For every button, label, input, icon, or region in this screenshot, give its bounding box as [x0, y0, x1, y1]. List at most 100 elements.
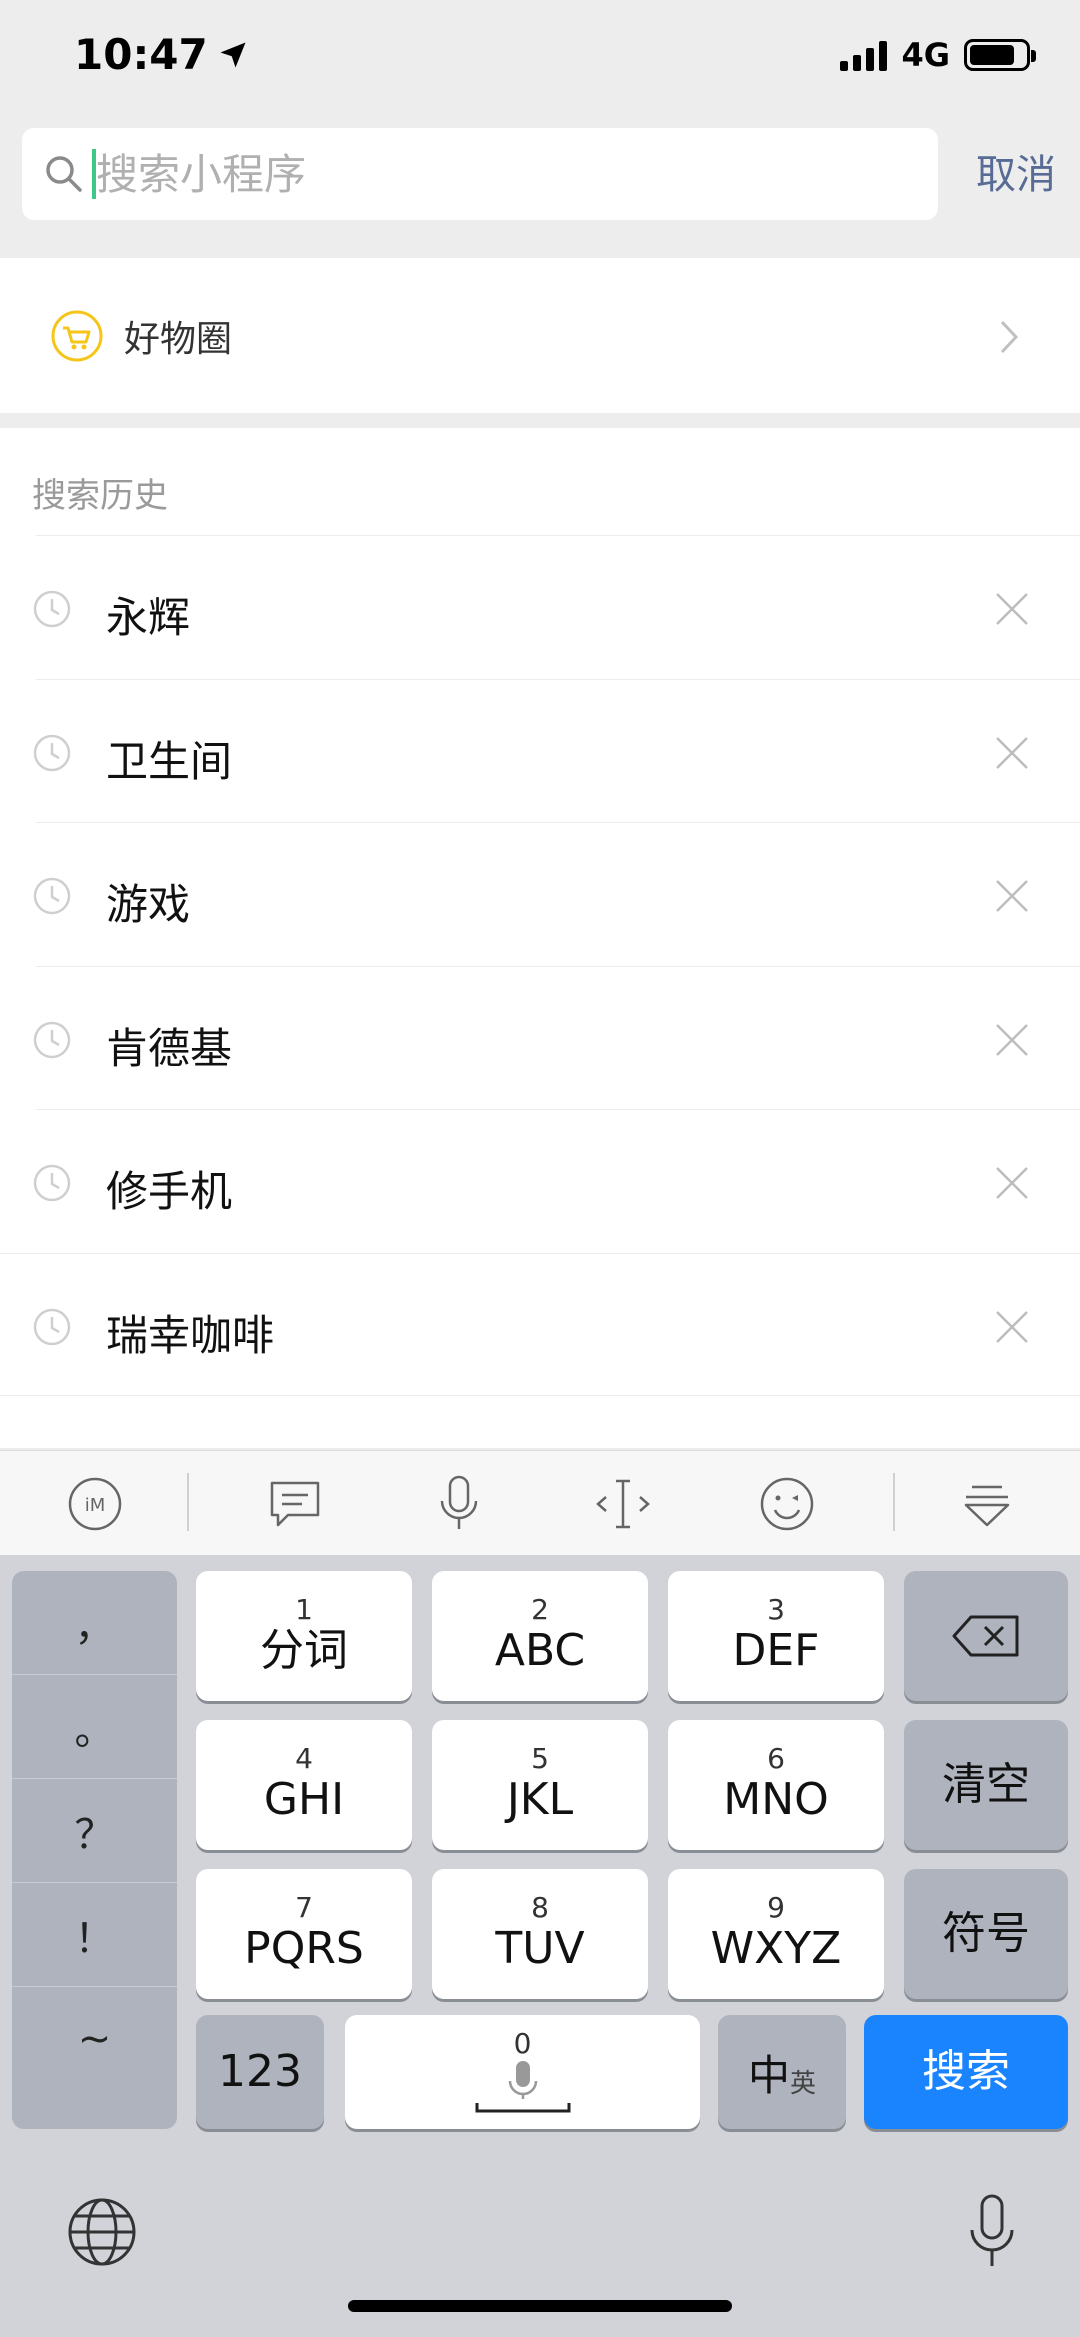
search-box[interactable]: [22, 128, 938, 220]
clock-icon: [33, 877, 71, 915]
punct-key-period[interactable]: 。: [12, 1675, 177, 1779]
message-icon[interactable]: [264, 1473, 326, 1535]
history-text: 永辉: [106, 593, 191, 642]
backspace-icon: [952, 1615, 1019, 1657]
svg-text:iM: iM: [85, 1495, 106, 1516]
key-number: 7: [295, 1891, 313, 1924]
key-6[interactable]: 6 MNO: [668, 1720, 884, 1850]
network-type: 4G: [901, 36, 950, 74]
key-8[interactable]: 8 TUV: [432, 1869, 648, 1999]
history-item[interactable]: 肯德基: [33, 965, 1080, 1110]
punctuation-column: ， 。 ？ ！ ~: [12, 1571, 177, 2129]
key-label: ABC: [494, 1625, 586, 1676]
battery-icon: [964, 39, 1036, 71]
status-time: 10:47: [74, 30, 248, 79]
close-icon[interactable]: [994, 1165, 1030, 1201]
numeric-key[interactable]: 123: [196, 2015, 324, 2129]
toolbar-divider: [893, 1473, 895, 1531]
key-5[interactable]: 5 JKL: [432, 1720, 648, 1850]
key-label: JKL: [506, 1774, 574, 1825]
clock-icon: [33, 734, 71, 771]
key-label-sub: 英: [790, 2068, 817, 2099]
location-arrow-icon: [220, 42, 246, 67]
microphone-icon: [475, 2061, 570, 2113]
key-label: DEF: [732, 1625, 820, 1676]
history-item[interactable]: 瑞幸咖啡: [0, 1252, 1080, 1396]
key-label: 清空: [942, 1759, 1030, 1810]
key-number: 5: [531, 1742, 549, 1775]
featured-mini-program[interactable]: 好物圈: [0, 258, 1080, 413]
status-bar: 10:47 4G: [0, 0, 1080, 120]
search-input[interactable]: [96, 149, 916, 199]
search-key[interactable]: 搜索: [864, 2015, 1068, 2129]
shopping-cart-icon: [51, 310, 103, 361]
keyboard: ， 。 ？ ！ ~ 1 分词 2 ABC 3 DEF 4 GHI 5 JKL 6…: [0, 1555, 1080, 2337]
key-9[interactable]: 9 WXYZ: [668, 1869, 884, 1999]
clock-icon: [33, 1308, 71, 1345]
ime-logo-icon[interactable]: iM: [64, 1473, 126, 1535]
dictation-mic-icon[interactable]: [968, 2194, 1016, 2270]
key-1[interactable]: 1 分词: [196, 1571, 412, 1701]
cancel-button[interactable]: 取消: [976, 142, 1056, 200]
status-indicators: 4G: [840, 36, 1036, 74]
search-icon: [46, 156, 82, 192]
search-history: 搜索历史 永辉 卫生间 游戏 肯德基 修手机 瑞幸咖啡: [0, 428, 1080, 1448]
punct-key-exclamation[interactable]: ！: [12, 1883, 177, 1987]
featured-label: 好物圈: [124, 318, 233, 360]
key-number: 8: [531, 1891, 549, 1924]
key-4[interactable]: 4 GHI: [196, 1720, 412, 1850]
clear-key[interactable]: 清空: [904, 1720, 1068, 1850]
history-list: 永辉 卫生间 游戏 肯德基 修手机 瑞幸咖啡: [0, 535, 1080, 1396]
punct-key-tilde[interactable]: ~: [12, 1987, 177, 2091]
key-label: PQRS: [244, 1923, 364, 1974]
punct-key-question[interactable]: ？: [12, 1779, 177, 1883]
key-7[interactable]: 7 PQRS: [196, 1869, 412, 1999]
backspace-key[interactable]: [904, 1571, 1068, 1701]
space-key[interactable]: 0: [345, 2015, 700, 2129]
cursor-move-icon[interactable]: [592, 1473, 654, 1535]
globe-icon[interactable]: [66, 2196, 138, 2268]
close-icon[interactable]: [994, 735, 1030, 771]
close-icon[interactable]: [994, 878, 1030, 914]
clock-icon: [33, 1164, 71, 1202]
toolbar-divider: [187, 1473, 189, 1531]
key-label: 符号: [942, 1908, 1030, 1959]
history-item[interactable]: 永辉: [33, 535, 1080, 679]
key-label: WXYZ: [710, 1923, 842, 1974]
key-number: 4: [295, 1742, 313, 1775]
microphone-icon[interactable]: [428, 1473, 490, 1535]
key-label: 搜索: [922, 2046, 1010, 2097]
key-3[interactable]: 3 DEF: [668, 1571, 884, 1701]
emoji-icon[interactable]: [756, 1473, 818, 1535]
close-icon[interactable]: [994, 1022, 1030, 1058]
history-text: 游戏: [106, 880, 191, 929]
language-key[interactable]: 中 英: [718, 2015, 846, 2129]
key-label: GHI: [263, 1774, 345, 1825]
key-number: 9: [767, 1891, 785, 1924]
history-text: 瑞幸咖啡: [106, 1310, 275, 1360]
home-indicator[interactable]: [348, 2300, 732, 2312]
clock-icon: [33, 1021, 71, 1058]
key-number: 0: [513, 2027, 532, 2060]
key-2[interactable]: 2 ABC: [432, 1571, 648, 1701]
history-text: 修手机: [106, 1167, 233, 1216]
key-number: 2: [531, 1593, 549, 1626]
key-number: 1: [295, 1593, 313, 1626]
punct-key-comma[interactable]: ，: [12, 1571, 177, 1675]
close-icon[interactable]: [994, 591, 1030, 627]
history-item[interactable]: 游戏: [33, 822, 1080, 966]
key-label-main: 中: [747, 2050, 790, 2100]
key-number: 3: [767, 1593, 785, 1626]
clock-icon: [33, 590, 71, 628]
key-label: 分词: [260, 1625, 348, 1676]
history-item[interactable]: 卫生间: [33, 678, 1080, 823]
history-text: 卫生间: [106, 736, 233, 786]
keyboard-toolbar: iM: [0, 1450, 1080, 1555]
close-icon[interactable]: [994, 1309, 1030, 1345]
symbol-key[interactable]: 符号: [904, 1869, 1068, 1999]
history-title: 搜索历史: [32, 476, 168, 516]
key-label: TUV: [495, 1923, 585, 1974]
collapse-keyboard-icon[interactable]: [956, 1473, 1018, 1535]
chevron-right-icon: [1000, 320, 1019, 354]
history-item[interactable]: 修手机: [33, 1109, 1080, 1253]
